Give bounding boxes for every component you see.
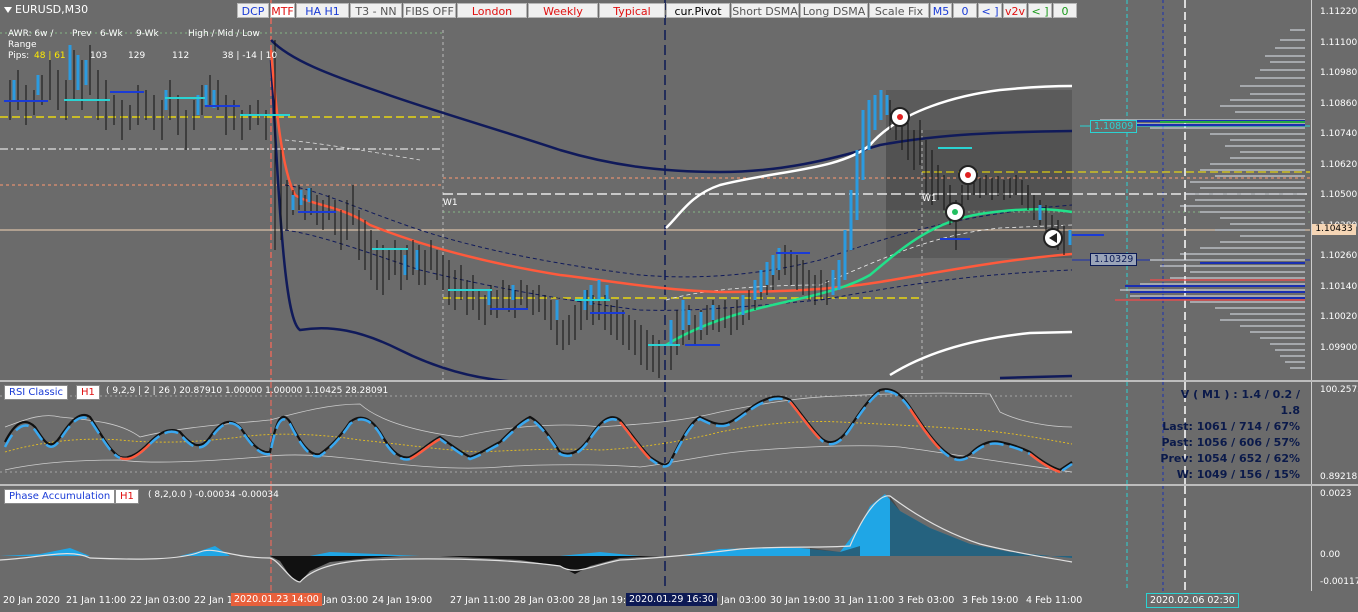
stats-prev-value: 103 [90,51,108,61]
stats-9wk-label: 9-Wk [136,29,159,39]
toolbar-button[interactable]: v2v [1003,3,1027,18]
rsi-timeframe-label[interactable]: H1 [76,385,100,400]
band-lower-white [889,330,1073,377]
toolbar-button[interactable]: Short DSMA [731,3,799,18]
toolbar-button[interactable]: 0 [953,3,977,18]
volume-stat-line: W: 1049 / 156 / 15% [1176,468,1300,481]
band-lower-navy-2 [999,374,1073,380]
symbol-title: EURUSD,M30 [4,3,88,16]
symbol-dropdown-icon [4,6,12,13]
stats-values-row: Pips: 48 | 61 103 129 112 38 | -14 | 10 [8,51,277,62]
phase-canvas [0,486,1186,591]
rsi-axis-bottom: 0.89218 [1320,472,1358,482]
time-axis[interactable]: 20 Jan 2020 21 Jan 11:00 22 Jan 03:00 22 Ja… [0,591,1358,612]
toolbar-button[interactable]: < ] [1028,3,1052,18]
envelope-white-2 [284,139,421,161]
price-tick-label: 1.10140 [1320,281,1358,292]
toolbar-button[interactable]: HA H1 [296,3,349,18]
toolbar-button[interactable]: T3 - NN [350,3,402,18]
stats-9wk-value: 112 [172,51,190,61]
awr-stats: AWR: 6w / Range Prev 6-Wk 9-Wk High / Mi… [8,29,277,62]
toolbar-button[interactable]: DCP [237,3,269,18]
toolbar-button[interactable]: London [457,3,527,18]
toolbar-button[interactable]: < ] [978,3,1002,18]
toolbar-button[interactable]: Scale Fix [869,3,929,18]
rsi-axis-top: 100.25723 [1320,385,1358,395]
w1-label: W1 [443,198,458,208]
price-tick-label: 1.10740 [1320,129,1358,139]
time-tick-label: 3 Feb 19:00 [962,595,1019,606]
toolbar-button[interactable]: cur.Pivot [666,3,730,18]
time-tick-label: 30 Jan 19:00 [770,595,831,606]
volume-stat-line: Prev: 1054 / 652 / 62% [1160,452,1300,465]
stats-hml-value: 38 | -14 | 10 [222,51,278,61]
toolbar-button[interactable]: FIBS OFF [403,3,456,18]
price-axis[interactable]: 1.11220 1.11100 1.10980 1.10860 1.10740 1.106… [1311,0,1358,380]
volume-stat-line: Last: 1061 / 714 / 67% [1162,420,1300,433]
toolbar-button[interactable]: Long DSMA [800,3,868,18]
phase-axis[interactable]: 0.0023 0.00 -0.00117 [1311,486,1358,591]
price-chart-pane[interactable]: W1 W1 EURUSD,M30 DCP MTF HA H1 T3 - NN FIBS … [0,0,1310,380]
time-tick-label: 3 Feb 03:00 [898,595,955,606]
rsi-params: ( 9,2,9 | 2 | 26 ) 20.87910 1.00000 1.00… [106,386,389,396]
stats-6wk-label: 6-Wk [100,29,123,39]
time-tick-label: 28 Jan 03:00 [514,595,575,606]
phase-pane[interactable]: Phase Accumulation H1 ( 8,2,0.0 ) -0.000… [0,486,1310,591]
stats-awr-label: AWR: 6w / Range [8,29,54,50]
phase-axis-mid: 0.00 [1320,550,1341,560]
phase-params: ( 8,2,0.0 ) -0.00034 -0.00034 [148,490,279,500]
toolbar-button[interactable]: 0 [1053,3,1077,18]
stats-6wk-value: 129 [128,51,146,61]
time-tick-label: 4 Feb 11:00 [1026,595,1083,606]
time-highlight-blue: 2020.01.29 16:30 [626,593,717,606]
phase-axis-top: 0.0023 [1320,489,1352,499]
phase-name-label[interactable]: Phase Accumulation [4,489,116,504]
time-tick-label: 21 Jan 11:00 [66,595,127,606]
stats-pips-label: Pips: [8,51,30,61]
toolbar-button[interactable]: MTF [270,3,295,18]
price-tick-label: 1.10620 [1320,159,1358,170]
level-tag-high: 1.10809 [1090,120,1138,133]
stats-range-value: 48 | 61 [34,51,66,61]
toolbar-button[interactable]: Weekly [528,3,598,18]
price-tick-label: 1.10260 [1320,251,1358,261]
rsi-axis[interactable]: 100.25723 0.89218 [1311,382,1358,484]
rsi-pane[interactable]: RSI Classic H1 ( 9,2,9 | 2 | 26 ) 20.879… [0,382,1310,484]
price-tick-label: 1.11220 [1320,7,1358,17]
volume-stats-panel: V ( M1 ) : 1.4 / 0.2 / 1.8 Last: 1061 / … [1160,387,1300,483]
rsi-line-black [4,388,1073,472]
toolbar-button[interactable]: Typical [599,3,665,18]
time-tick-label: 28 Jan 19:0 [578,595,633,606]
current-price-badge: 1.10433 [1312,224,1356,235]
price-tick-label: 1.11100 [1320,37,1358,48]
volume-stat-line: Past: 1056 / 606 / 57% [1161,436,1300,449]
volume-profile [1090,29,1305,369]
time-tick-label: 20 Jan 2020 [3,595,60,606]
time-highlight-right: 2020.02.06 02:30 [1146,593,1239,608]
symbol-label: EURUSD,M30 [15,3,89,16]
price-tick-label: 1.10500 [1320,190,1358,200]
price-tick-label: 1.10860 [1320,98,1358,109]
price-tick-label: 1.09900 [1320,342,1358,353]
time-tick-label: 24 Jan 19:00 [372,595,433,606]
price-tick-label: 1.10020 [1320,312,1358,322]
time-tick-label: 22 Jan 03:00 [130,595,191,606]
w1-label-2: W1 [922,194,937,204]
volume-stat-line: V ( M1 ) : 1.4 / 0.2 / 1.8 [1180,388,1300,417]
level-tag-low: 1.10329 [1090,253,1138,266]
rsi-canvas [0,382,1186,484]
phase-axis-bottom: -0.00117 [1320,577,1358,587]
stats-prev-label: Prev [72,29,92,39]
band-lower-navy [269,59,510,380]
stats-header-row: AWR: 6w / Range Prev 6-Wk 9-Wk High / Mi… [8,29,277,51]
indicator-toolbar: DCP MTF HA H1 T3 - NN FIBS OFF London Weekly Ty… [237,3,1077,18]
phase-timeframe-label[interactable]: H1 [115,489,139,504]
stats-hml-label: High / Mid / Low [188,29,260,39]
price-tick-label: 1.10980 [1320,68,1358,78]
time-tick-label: 31 Jan 11:00 [834,595,895,606]
time-highlight-red: 2020.01.23 14:00 [231,593,322,606]
toolbar-button[interactable]: M5 [930,3,952,18]
time-tick-label: 27 Jan 11:00 [450,595,511,606]
rsi-name-label[interactable]: RSI Classic [4,385,69,400]
